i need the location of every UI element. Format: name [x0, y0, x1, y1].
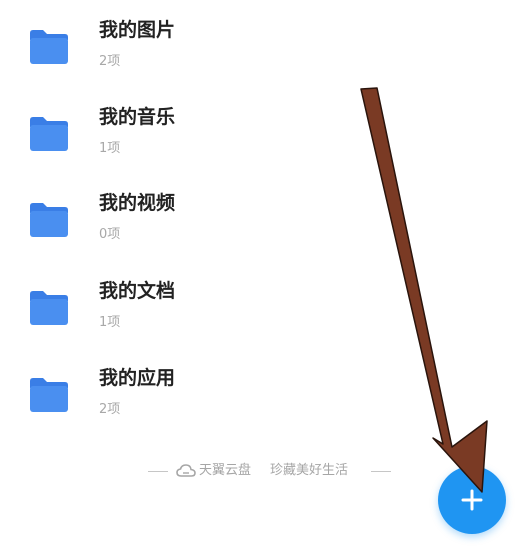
folder-count: 2项	[99, 402, 121, 417]
folder-item-documents[interactable]: 我的文档 1项	[0, 277, 420, 355]
folder-name: 我的视频	[99, 192, 176, 214]
folder-item-pictures[interactable]: 我的图片 2项	[0, 16, 420, 94]
folder-count: 1项	[99, 141, 121, 156]
folder-item-apps[interactable]: 我的应用 2项	[0, 364, 420, 442]
slogan-text: 珍藏美好生活	[270, 463, 349, 478]
folder-item-music[interactable]: 我的音乐 1项	[0, 103, 420, 181]
add-button[interactable]	[438, 466, 506, 534]
folder-icon	[30, 203, 68, 237]
folder-icon	[30, 378, 68, 412]
divider	[371, 471, 391, 472]
brand-name: 天翼云盘	[199, 463, 252, 478]
folder-count: 1项	[99, 315, 121, 330]
folder-name: 我的文档	[99, 280, 176, 302]
folder-icon	[30, 30, 68, 64]
folder-item-videos[interactable]: 我的视频 0项	[0, 189, 420, 267]
divider	[148, 471, 168, 472]
cloud-icon	[176, 464, 196, 477]
folder-name: 我的图片	[99, 19, 176, 41]
plus-icon	[461, 489, 483, 511]
folder-icon	[30, 117, 68, 151]
folder-icon	[30, 291, 68, 325]
folder-name: 我的音乐	[99, 106, 176, 128]
folder-name: 我的应用	[99, 367, 176, 389]
folder-count: 2项	[99, 54, 121, 69]
folder-count: 0项	[99, 227, 121, 242]
